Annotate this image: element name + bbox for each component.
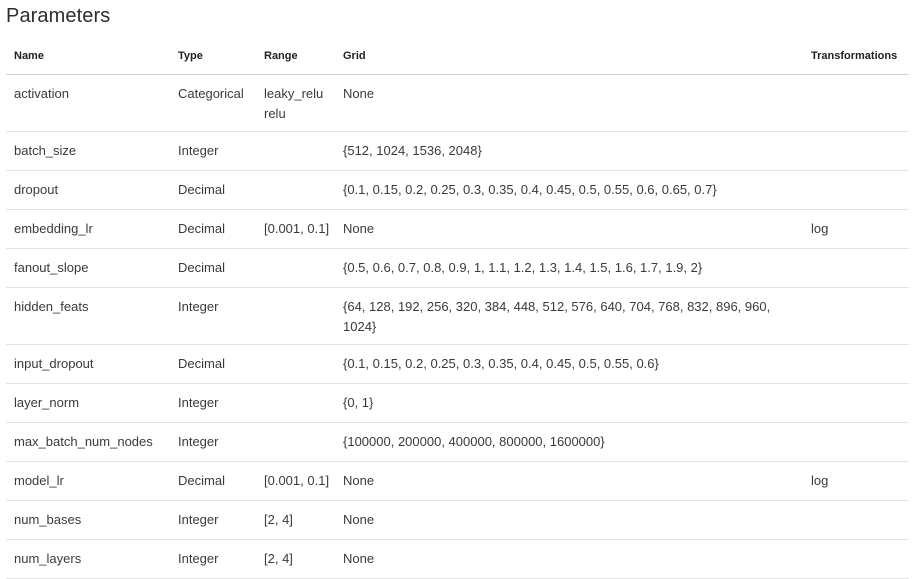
table-body: activation Categorical leaky_relu relu None b… [6,74,909,579]
parameters-table: Name Type Range Grid Transformations act… [6,38,909,579]
param-name-cell: batch_size [6,131,170,171]
param-name-cell: input_dropout [6,344,170,384]
param-name-cell: embedding_lr [6,209,170,249]
param-range-value: relu [264,106,286,121]
parameters-page: Parameters Name Type Range Grid Transfor… [0,0,920,579]
param-name-cell: activation [6,74,170,132]
param-grid-cell: None [335,500,803,540]
param-range-cell: [2, 4] [256,539,335,579]
param-grid-cell: {100000, 200000, 400000, 800000, 1600000… [335,422,803,462]
param-grid-cell: None [335,461,803,501]
param-type-cell: Decimal [170,209,256,249]
table-row: dropout Decimal {0.1, 0.15, 0.2, 0.25, 0.3… [6,170,909,210]
table-row: layer_norm Integer {0, 1} [6,383,909,423]
param-transformation-cell [803,248,909,288]
param-name-cell: num_bases [6,500,170,540]
param-range-cell [256,248,335,288]
param-grid-cell: None [335,74,803,132]
param-transformation-cell [803,131,909,171]
table-header-row: Name Type Range Grid Transformations [6,38,909,75]
column-header-name: Name [6,38,170,75]
param-transformation-cell [803,539,909,579]
param-name-cell: layer_norm [6,383,170,423]
param-type-cell: Integer [170,539,256,579]
param-name-cell: model_lr [6,461,170,501]
param-transformation-cell: log [803,461,909,501]
column-header-transformations: Transformations [803,38,909,75]
param-range-value: leaky_relu [264,86,324,101]
table-row: hidden_feats Integer {64, 128, 192, 256, 3… [6,287,909,345]
param-transformation-cell [803,383,909,423]
param-range-cell [256,344,335,384]
table-row: embedding_lr Decimal [0.001, 0.1] None log [6,209,909,249]
param-range-cell [256,383,335,423]
table-row: input_dropout Decimal {0.1, 0.15, 0.2, 0.2… [6,344,909,384]
column-header-type: Type [170,38,256,75]
param-range-cell: leaky_relurelu [256,74,335,132]
param-type-cell: Categorical [170,74,256,132]
param-type-cell: Decimal [170,170,256,210]
table-row: fanout_slope Decimal {0.5, 0.6, 0.7, 0.8, … [6,248,909,288]
param-range-cell [256,287,335,345]
param-range-cell [256,131,335,171]
table-row: num_layers Integer [2, 4] None [6,539,909,579]
param-range-cell: [2, 4] [256,500,335,540]
param-range-value: [2, 4] [264,512,293,527]
param-type-cell: Integer [170,383,256,423]
table-row: model_lr Decimal [0.001, 0.1] None log [6,461,909,501]
param-transformation-cell [803,287,909,345]
param-range-cell [256,170,335,210]
param-range-cell: [0.001, 0.1] [256,461,335,501]
param-grid-cell: {512, 1024, 1536, 2048} [335,131,803,171]
param-range-value: [2, 4] [264,551,293,566]
param-name-cell: fanout_slope [6,248,170,288]
param-grid-cell: {64, 128, 192, 256, 320, 384, 448, 512, … [335,287,803,345]
param-grid-cell: None [335,209,803,249]
param-type-cell: Integer [170,500,256,540]
param-grid-cell: {0.1, 0.15, 0.2, 0.25, 0.3, 0.35, 0.4, 0… [335,170,803,210]
param-transformation-cell [803,422,909,462]
param-type-cell: Decimal [170,248,256,288]
param-type-cell: Integer [170,131,256,171]
param-transformation-cell [803,500,909,540]
param-grid-cell: {0.5, 0.6, 0.7, 0.8, 0.9, 1, 1.1, 1.2, 1… [335,248,803,288]
param-name-cell: dropout [6,170,170,210]
param-range-cell: [0.001, 0.1] [256,209,335,249]
param-type-cell: Integer [170,422,256,462]
page-title: Parameters [6,5,111,27]
param-range-value: [0.001, 0.1] [264,473,330,488]
table-row: activation Categorical leaky_relu relu None [6,74,909,132]
column-header-grid: Grid [335,38,803,75]
param-name-cell: hidden_feats [6,287,170,345]
param-name-cell: num_layers [6,539,170,579]
param-type-cell: Integer [170,287,256,345]
param-type-cell: Decimal [170,344,256,384]
param-transformation-cell [803,74,909,132]
column-header-range: Range [256,38,335,75]
param-transformation-cell: log [803,209,909,249]
param-range-value: [0.001, 0.1] [264,221,330,236]
param-grid-cell: None [335,539,803,579]
param-transformation-cell [803,344,909,384]
param-grid-cell: {0.1, 0.15, 0.2, 0.25, 0.3, 0.35, 0.4, 0… [335,344,803,384]
param-grid-cell: {0, 1} [335,383,803,423]
table-row: batch_size Integer {512, 1024, 1536, 2048} [6,131,909,171]
param-name-cell: max_batch_num_nodes [6,422,170,462]
param-type-cell: Decimal [170,461,256,501]
param-transformation-cell [803,170,909,210]
table-row: num_bases Integer [2, 4] None [6,500,909,540]
param-range-cell [256,422,335,462]
table-row: max_batch_num_nodes Integer {100000, 20000… [6,422,909,462]
